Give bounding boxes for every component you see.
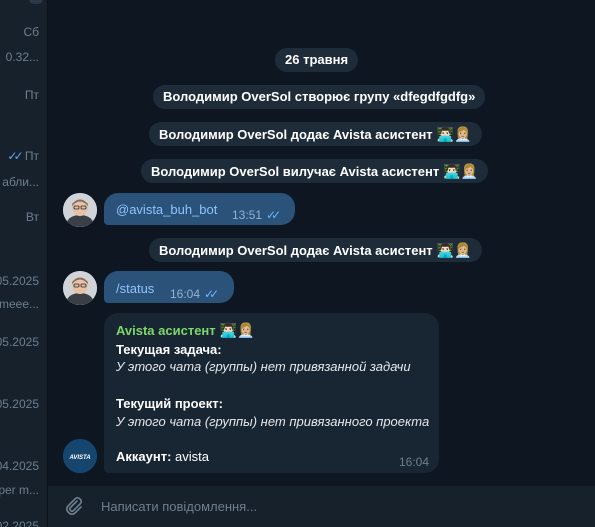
service-emoji: 👨🏻‍💻👩🏼‍💼 [436,126,472,142]
project-value: У этого чата (группы) нет привязанного п… [116,414,430,429]
chat-list-date: Сб [23,25,39,39]
message-composer: Написати повідомлення... [48,486,595,527]
service-text: Володимир OverSol додає Avista асистент [159,127,433,142]
message-text[interactable]: @avista_buh_bot [116,202,217,217]
user-avatar[interactable] [63,271,97,305]
message-time: 13:51 [232,208,263,222]
message-input[interactable]: Написати повідомлення... [101,499,257,514]
chat-list-date: 05.2025 [0,274,39,288]
sender-name[interactable]: Avista асистент [116,323,216,338]
chat-list-date: Пт [24,88,39,102]
chat-list-sidebar: Сб 0.32... Пт ✓✓ Пт абли... Вт 05.2025 m… [0,0,48,527]
chat-list-preview: 0.32... [5,50,39,64]
service-message: Володимир OverSol створює групу «dfegdfg… [153,85,486,109]
service-text: Володимир OverSol вилучає Avista асистен… [151,164,440,179]
sender-emoji: 👨🏻‍💻👩🏼‍💼 [219,322,255,338]
project-label: Текущий проект: [116,396,223,411]
service-text: Володимир OverSol додає Avista асистент [159,243,433,258]
chat-list-date: 02.2025 [0,519,39,527]
user-avatar-image [63,271,97,305]
message-text[interactable]: /status [116,281,154,296]
unread-badge [29,0,43,4]
chat-list-date-row: ✓✓ Пт [7,149,39,163]
read-check-icon: ✓✓ [204,287,219,301]
chat-list-date: Вт [25,210,39,224]
read-check-icon: ✓✓ [7,149,23,163]
task-label: Текущая задача: [116,342,222,357]
service-message: Володимир OverSol вилучає Avista асистен… [141,159,489,183]
chat-list-date: 04.2025 [0,459,39,473]
outgoing-message[interactable]: @avista_buh_bot 13:51 ✓✓ [104,193,295,225]
service-message: Володимир OverSol додає Avista асистент 👨… [149,122,482,146]
message-time: 16:04 [170,287,201,301]
sender-row: Avista асистент 👨🏻‍💻👩🏼‍💼 [116,322,255,339]
message-time: 16:04 [399,455,430,469]
bot-avatar[interactable]: AVISTA [63,439,97,473]
date-badge: 26 травня [275,48,359,72]
service-message: Володимир OverSol додає Avista асистент 👨… [149,238,482,262]
incoming-message[interactable]: Avista асистент 👨🏻‍💻👩🏼‍💼 Текущая задача: … [104,313,439,473]
user-avatar[interactable] [63,193,97,227]
service-emoji: 👨🏻‍💻👩🏼‍💼 [443,163,479,179]
task-value: У этого чата (группы) нет привязанной за… [116,359,411,374]
avista-logo-icon: AVISTA [63,439,97,473]
chat-history[interactable]: 26 травня Володимир OverSol створює груп… [48,0,595,527]
read-check-icon: ✓✓ [266,208,281,222]
avista-logo-text: AVISTA [68,455,90,461]
chat-list-date: Пт [24,149,39,163]
chat-list-preview: абли... [2,175,39,189]
chat-list-date: 05.2025 [0,397,39,411]
service-emoji: 👨🏻‍💻👩🏼‍💼 [436,242,472,258]
service-text: Володимир OverSol створює групу «dfegdfg… [163,89,476,104]
chat-list-preview: per m... [0,483,39,497]
account-label: Аккаунт: [116,449,172,464]
account-value: avista [175,449,210,464]
chat-list-date: 05.2025 [0,335,39,349]
paperclip-icon[interactable] [65,496,83,516]
chat-list-preview: meee... [0,297,39,311]
user-avatar-image [63,193,97,227]
outgoing-message[interactable]: /status 16:04 ✓✓ [104,271,234,303]
account-row: Аккаунт: avista [116,449,209,464]
